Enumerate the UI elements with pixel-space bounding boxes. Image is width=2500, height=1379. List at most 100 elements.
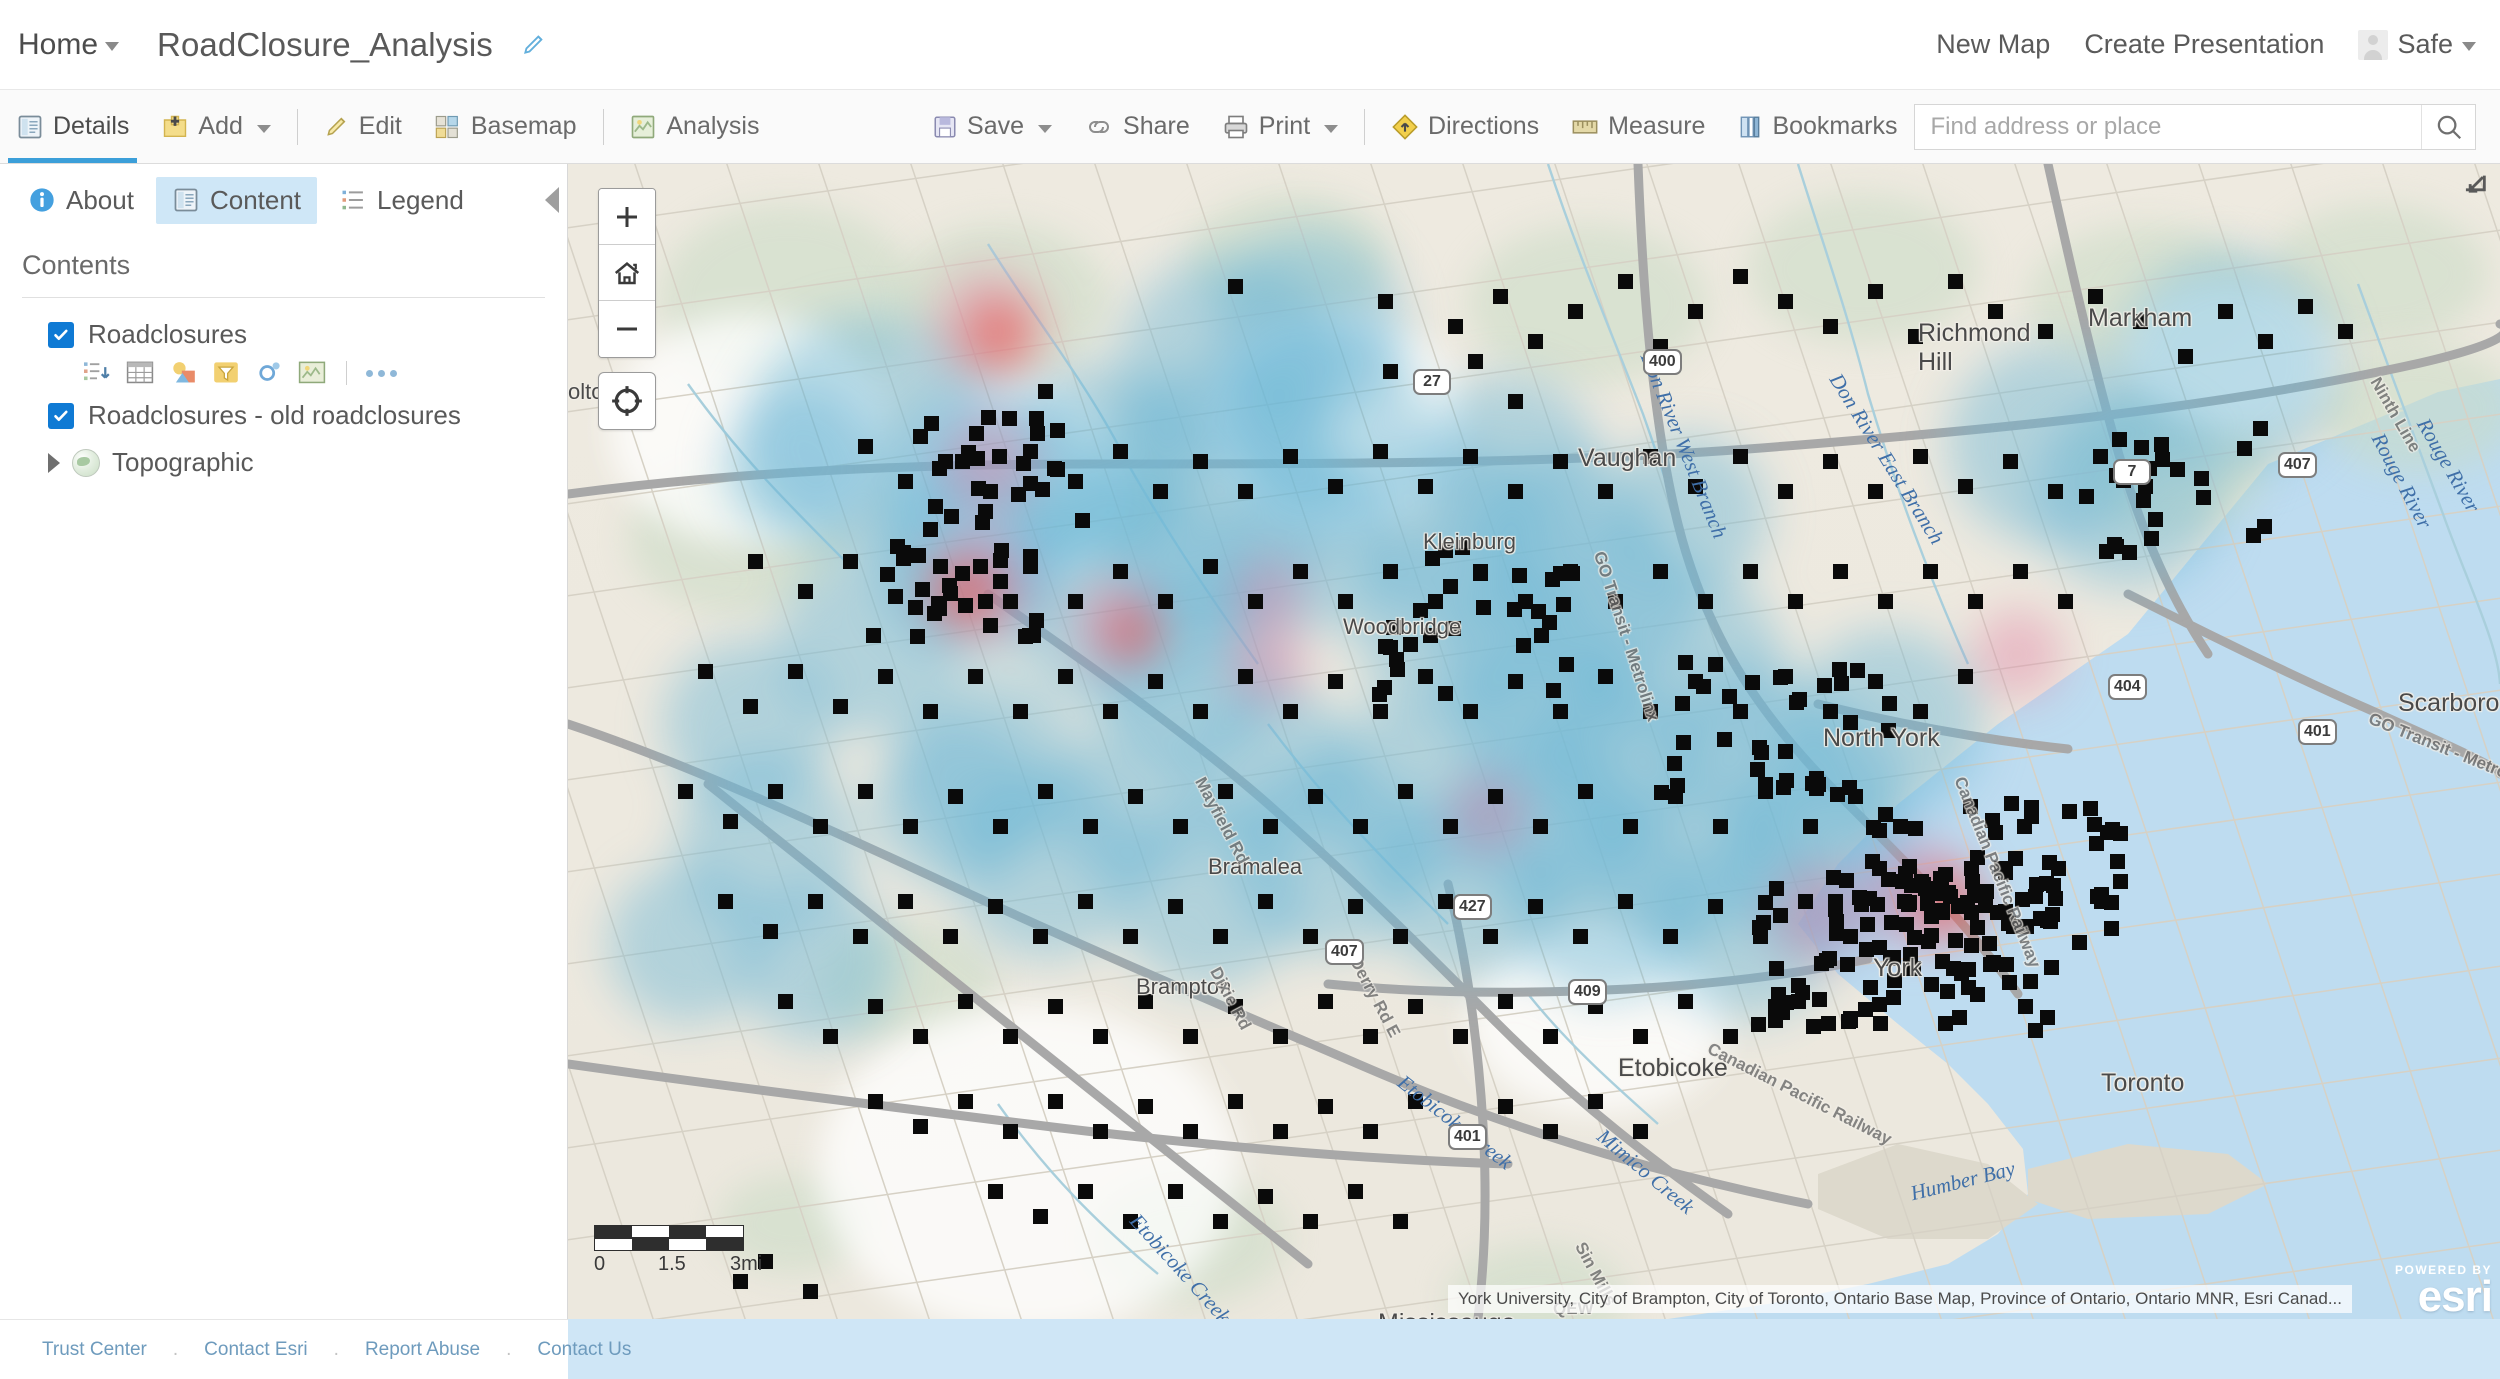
content-icon xyxy=(174,188,198,212)
basemap-button[interactable]: Basemap xyxy=(418,91,593,163)
tab-content[interactable]: Content xyxy=(155,176,318,224)
chevron-down-icon xyxy=(105,42,120,51)
save-icon xyxy=(934,115,956,138)
basemap-name: Topographic xyxy=(112,447,254,477)
tab-content-label: Content xyxy=(209,184,302,215)
layer-name: Roadclosures xyxy=(88,319,247,349)
arcgis-map-viewer: Home RoadClosure_Analysis New Map Create… xyxy=(0,0,2500,1379)
pencil-icon xyxy=(327,116,346,136)
search-button[interactable] xyxy=(2421,104,2475,149)
collapse-panel-icon[interactable] xyxy=(545,187,559,213)
layer-name: Roadclosures - old roadclosures xyxy=(88,400,461,430)
add-label: Add xyxy=(198,112,243,140)
app-header: Home RoadClosure_Analysis New Map Create… xyxy=(0,0,2500,90)
chevron-down-icon xyxy=(2462,42,2476,51)
home-menu[interactable]: Home xyxy=(18,27,120,62)
share-button[interactable]: Share xyxy=(1068,91,1206,163)
layer-list: Roadclosures Roadclosures - old roadclos… xyxy=(0,298,567,485)
footer-link-report-abuse[interactable]: Report Abuse xyxy=(365,1339,480,1361)
toolbar-divider xyxy=(1364,108,1366,145)
layer-tools xyxy=(0,357,567,393)
basemap-layer-item[interactable]: Topographic xyxy=(0,438,567,485)
zoom-in-button[interactable] xyxy=(599,189,655,245)
layer-item-roadclosures-old[interactable]: Roadclosures - old roadclosures xyxy=(0,393,567,438)
zoom-out-button[interactable] xyxy=(599,301,655,357)
analysis-button[interactable]: Analysis xyxy=(613,91,775,163)
footer-separator: . xyxy=(333,1338,339,1360)
filter-icon[interactable] xyxy=(211,359,241,387)
layer-visibility-checkbox[interactable] xyxy=(48,402,74,429)
home-label: Home xyxy=(18,27,99,61)
basemap-icon xyxy=(435,115,458,138)
tab-legend[interactable]: Legend xyxy=(323,177,480,224)
add-icon xyxy=(164,115,187,137)
directions-label: Directions xyxy=(1428,112,1540,140)
scale-bar: 0 1.5 3mi xyxy=(594,1225,764,1277)
map-toolbar: Details Add Edit Basemap Analysis Save S… xyxy=(0,90,2500,164)
measure-icon xyxy=(1572,119,1598,134)
app-footer: Trust Center . Contact Esri . Report Abu… xyxy=(0,1319,631,1379)
roadclosure-markers[interactable] xyxy=(568,164,2500,1319)
scale-bar-lower xyxy=(594,1238,744,1251)
layer-visibility-checkbox[interactable] xyxy=(48,321,74,348)
print-menu[interactable]: Print xyxy=(1206,91,1354,163)
bookmarks-button[interactable]: Bookmarks xyxy=(1721,91,1913,163)
measure-button[interactable]: Measure xyxy=(1555,91,1721,163)
chevron-right-icon[interactable] xyxy=(48,452,60,473)
divider xyxy=(346,361,347,385)
tab-details[interactable]: Details xyxy=(0,91,145,163)
search-input[interactable] xyxy=(1914,104,2421,149)
footer-link-contact-us[interactable]: Contact Us xyxy=(537,1339,631,1361)
directions-button[interactable]: Directions xyxy=(1375,91,1555,163)
layer-item-roadclosures[interactable]: Roadclosures xyxy=(0,312,567,357)
toolbar-divider xyxy=(602,108,604,145)
save-menu[interactable]: Save xyxy=(916,91,1068,163)
home-button[interactable] xyxy=(599,245,655,301)
footer-separator: . xyxy=(172,1338,179,1360)
configure-popup-icon[interactable] xyxy=(254,359,284,387)
contents-heading: Contents xyxy=(22,250,131,280)
zoom-controls xyxy=(598,188,656,358)
edit-label: Edit xyxy=(358,112,402,140)
tab-about[interactable]: About xyxy=(12,177,150,224)
search-container xyxy=(1913,103,2476,150)
create-presentation-button[interactable]: Create Presentation xyxy=(2084,29,2324,60)
share-label: Share xyxy=(1123,112,1190,140)
globe-icon xyxy=(72,448,100,477)
contents-sidebar: About Content Legend Contents Roadclosur… xyxy=(0,164,568,1319)
tab-legend-label: Legend xyxy=(377,184,464,215)
expand-icon[interactable] xyxy=(2456,170,2490,209)
scale-bar-upper xyxy=(594,1225,744,1238)
analysis-label: Analysis xyxy=(666,112,760,140)
perform-analysis-icon[interactable] xyxy=(297,359,327,387)
chevron-down-icon xyxy=(256,124,271,133)
more-options-icon[interactable] xyxy=(366,369,397,377)
header-right: New Map Create Presentation Safe xyxy=(1936,29,2500,60)
home-icon xyxy=(614,261,640,284)
header-left: Home RoadClosure_Analysis xyxy=(0,26,547,64)
show-legend-icon[interactable] xyxy=(82,359,112,387)
add-menu[interactable]: Add xyxy=(145,91,286,163)
user-menu[interactable]: Safe xyxy=(2358,29,2476,60)
measure-label: Measure xyxy=(1608,112,1706,140)
map-canvas[interactable]: Richmond Hill Markham Vaughan Kleinburg Wood… xyxy=(568,164,2500,1319)
page-title: RoadClosure_Analysis xyxy=(157,25,493,63)
map-attribution: York University, City of Brampton, City … xyxy=(1447,1285,2352,1313)
locate-button[interactable] xyxy=(598,372,656,430)
pencil-icon[interactable] xyxy=(521,32,547,58)
locate-icon xyxy=(612,386,642,416)
footer-link-trust-center[interactable]: Trust Center xyxy=(42,1339,147,1361)
details-icon xyxy=(18,115,42,138)
edit-button[interactable]: Edit xyxy=(308,91,418,163)
tab-about-label: About xyxy=(66,184,134,215)
change-style-icon[interactable] xyxy=(168,359,198,387)
table-icon[interactable] xyxy=(125,359,155,387)
new-map-button[interactable]: New Map xyxy=(1936,29,2050,60)
map-base-layer: Richmond Hill Markham Vaughan Kleinburg Wood… xyxy=(568,164,2500,1319)
scale-mid: 1.5 xyxy=(658,1253,686,1275)
user-name: Safe xyxy=(2397,29,2453,59)
footer-link-contact-esri[interactable]: Contact Esri xyxy=(204,1339,307,1361)
share-icon xyxy=(1089,120,1109,133)
print-icon xyxy=(1224,115,1248,138)
panel-tabs: About Content Legend xyxy=(0,164,567,236)
